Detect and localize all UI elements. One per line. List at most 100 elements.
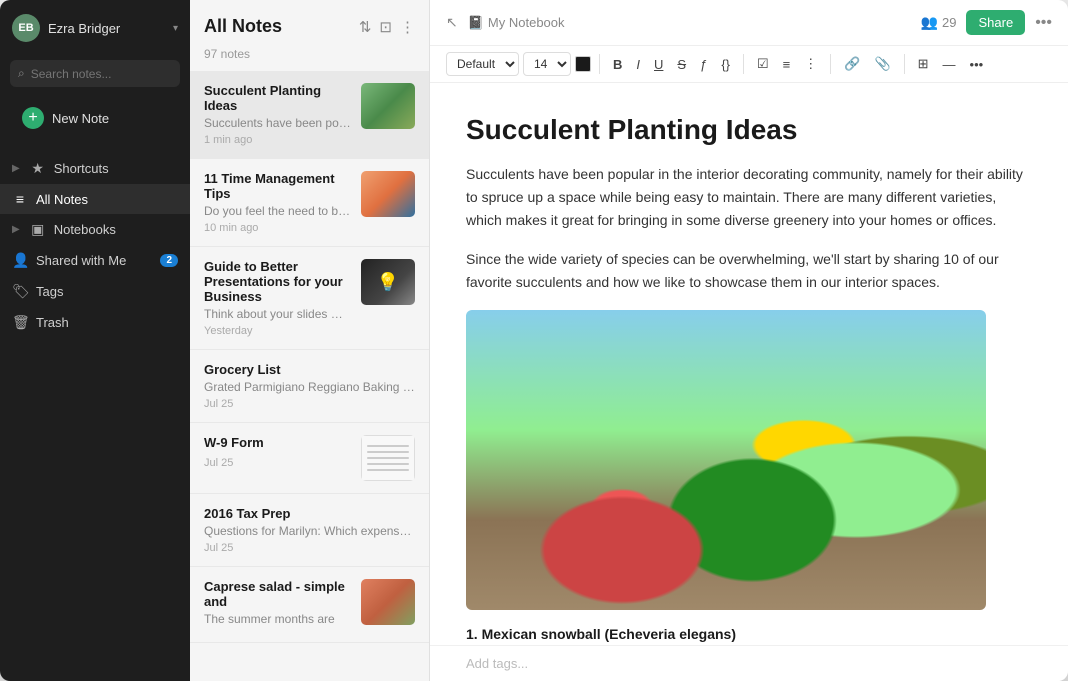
italic-button[interactable]: I <box>631 54 645 75</box>
expand-icon: ▶ <box>12 224 20 235</box>
topbar-right: 👥 29 Share ••• <box>921 10 1052 35</box>
toolbar-divider <box>904 54 905 74</box>
note-item-content: 2016 Tax Prep Questions for Marilyn: Whi… <box>204 506 415 554</box>
note-item-content: Caprese salad - simple and The summer mo… <box>204 579 351 630</box>
sidebar-item-label: Shortcuts <box>54 161 109 176</box>
ellipsis-button[interactable]: ••• <box>965 54 989 75</box>
sidebar-item-tags[interactable]: 🏷 Tags <box>0 276 190 307</box>
notebook-name: My Notebook <box>488 15 565 30</box>
formula-button[interactable]: ƒ <box>695 54 712 75</box>
expand-icon: ▶ <box>12 163 20 174</box>
list-item[interactable]: 11 Time Management Tips Do you feel the … <box>190 159 429 247</box>
list-item[interactable]: Caprese salad - simple and The summer mo… <box>190 567 429 643</box>
note-item-preview: Questions for Marilyn: Which expenses ca… <box>204 524 415 538</box>
underline-button[interactable]: U <box>649 54 668 75</box>
note-thumbnail <box>361 579 415 625</box>
nav-section: ▶ ★ Shortcuts ≡ All Notes ▶ ▣ Notebooks … <box>0 153 190 681</box>
header-actions: ⇅ ⊡ ⋮ <box>359 18 415 36</box>
collaborators: 👥 29 <box>921 14 957 31</box>
sidebar-item-shortcuts[interactable]: ▶ ★ Shortcuts <box>0 153 190 184</box>
notebook-icon: 📓 <box>468 15 484 31</box>
search-icon: ⌕ <box>18 66 25 81</box>
note-item-content: Grocery List Grated Parmigiano Reggiano … <box>204 362 415 410</box>
note-thumbnail <box>361 259 415 305</box>
font-select[interactable]: Default <box>446 52 519 76</box>
note-item-date: Jul 25 <box>204 542 415 554</box>
note-item-content: W-9 Form Jul 25 <box>204 435 351 469</box>
attachment-button[interactable]: 📎 <box>869 53 895 75</box>
font-size-select[interactable]: 14 <box>523 52 571 76</box>
note-thumbnail <box>361 171 415 217</box>
note-count: 97 notes <box>190 47 429 71</box>
note-item-content: 11 Time Management Tips Do you feel the … <box>204 171 351 234</box>
note-item-title: 11 Time Management Tips <box>204 171 351 201</box>
shared-badge: 2 <box>160 254 178 267</box>
list-item[interactable]: Grocery List Grated Parmigiano Reggiano … <box>190 350 429 423</box>
search-bar[interactable]: ⌕ <box>10 60 180 87</box>
user-name: Ezra Bridger <box>48 21 165 36</box>
app-container: EB Ezra Bridger ▾ ⌕ + New Note ▶ ★ Short… <box>0 0 1068 681</box>
note-item-preview: The summer months are <box>204 612 351 626</box>
sidebar-item-all-notes[interactable]: ≡ All Notes <box>0 184 190 214</box>
list-item[interactable]: 2016 Tax Prep Questions for Marilyn: Whi… <box>190 494 429 567</box>
back-icon[interactable]: ↖ <box>446 14 458 31</box>
sidebar-item-trash[interactable]: 🗑 Trash <box>0 307 190 338</box>
note-item-title: Guide to Better Presentations for your B… <box>204 259 351 304</box>
note-item-date: Jul 25 <box>204 398 415 410</box>
new-note-button[interactable]: + New Note <box>10 99 180 137</box>
more-options-button[interactable]: ••• <box>1035 14 1052 32</box>
note-items: Succulent Planting Ideas Succulents have… <box>190 71 429 681</box>
code-button[interactable]: {} <box>716 54 735 75</box>
link-button[interactable]: 🔗 <box>839 53 865 75</box>
view-icon[interactable]: ⊡ <box>379 18 392 36</box>
note-item-date: Jul 25 <box>204 457 351 469</box>
share-button[interactable]: Share <box>966 10 1025 35</box>
tags-placeholder: Add tags... <box>466 656 528 671</box>
toolbar-divider <box>743 54 744 74</box>
sidebar-item-label: All Notes <box>36 192 88 207</box>
minus-button[interactable]: — <box>938 54 961 75</box>
more-icon[interactable]: ⋮ <box>400 18 415 36</box>
note-list-title: All Notes <box>204 16 282 37</box>
list-item[interactable]: W-9 Form Jul 25 <box>190 423 429 494</box>
text-color-swatch[interactable] <box>575 56 591 72</box>
tags-icon: 🏷 <box>12 283 28 300</box>
note-list-header: All Notes ⇅ ⊡ ⋮ <box>190 0 429 47</box>
note-list-panel: All Notes ⇅ ⊡ ⋮ 97 notes Succulent Plant… <box>190 0 430 681</box>
note-item-date: 1 min ago <box>204 134 351 146</box>
toolbar-divider <box>599 54 600 74</box>
sort-icon[interactable]: ⇅ <box>359 18 372 36</box>
bullet-list-button[interactable]: ≡ <box>778 54 796 75</box>
note-item-content: Succulent Planting Ideas Succulents have… <box>204 83 351 146</box>
list-item[interactable]: Guide to Better Presentations for your B… <box>190 247 429 350</box>
search-input[interactable] <box>31 67 186 81</box>
shared-icon: 👤 <box>12 252 28 269</box>
sidebar-item-label: Trash <box>36 315 69 330</box>
table-button[interactable]: ⊞ <box>913 53 934 75</box>
avatar: EB <box>12 14 40 42</box>
numbered-list-button[interactable]: ⋮ <box>799 53 822 75</box>
sidebar-item-shared[interactable]: 👤 Shared with Me 2 <box>0 245 190 276</box>
note-image <box>466 310 986 610</box>
strikethrough-button[interactable]: S <box>672 54 691 75</box>
new-note-label: New Note <box>52 111 109 126</box>
list-item[interactable]: Succulent Planting Ideas Succulents have… <box>190 71 429 159</box>
sidebar-item-notebooks[interactable]: ▶ ▣ Notebooks <box>0 214 190 245</box>
user-profile[interactable]: EB Ezra Bridger ▾ <box>0 0 190 56</box>
all-notes-icon: ≡ <box>12 191 28 207</box>
plus-icon: + <box>22 107 44 129</box>
tags-bar[interactable]: Add tags... <box>430 645 1068 681</box>
editor-topbar: ↖ 📓 My Notebook 👥 29 Share ••• <box>430 0 1068 46</box>
note-item-title: Grocery List <box>204 362 415 377</box>
note-thumbnail <box>361 83 415 129</box>
collaborators-icon: 👥 <box>921 14 938 31</box>
trash-icon: 🗑 <box>12 314 28 331</box>
sidebar: EB Ezra Bridger ▾ ⌕ + New Note ▶ ★ Short… <box>0 0 190 681</box>
note-item-preview: Grated Parmigiano Reggiano Baking Soda C… <box>204 380 415 394</box>
note-item-content: Guide to Better Presentations for your B… <box>204 259 351 337</box>
editor-content[interactable]: Succulent Planting Ideas Succulents have… <box>430 83 1068 645</box>
bold-button[interactable]: B <box>608 54 627 75</box>
checkbox-button[interactable]: ☑ <box>752 53 774 75</box>
note-item-date: 10 min ago <box>204 222 351 234</box>
note-item-title: 2016 Tax Prep <box>204 506 415 521</box>
